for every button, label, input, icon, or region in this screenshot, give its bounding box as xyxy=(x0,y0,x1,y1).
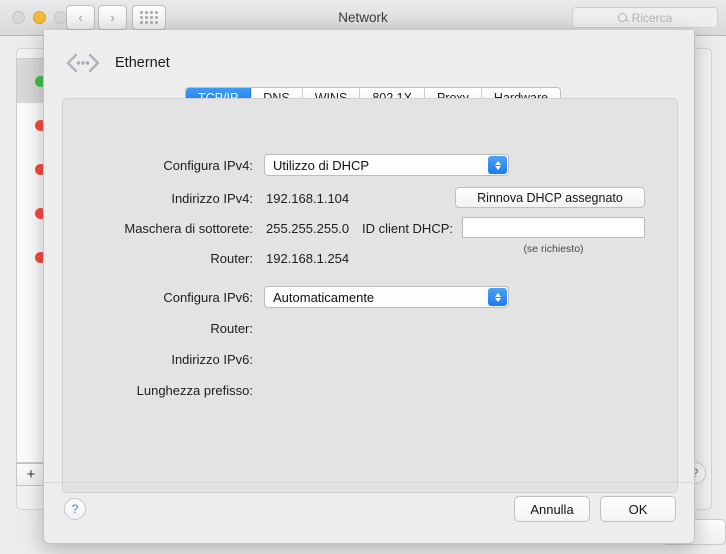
sheet-header: Ethernet xyxy=(64,52,170,74)
renew-dhcp-lease-button[interactable]: Rinnova DHCP assegnato xyxy=(455,187,645,208)
ipv4-router-label-wrap: Router: xyxy=(63,251,253,266)
ethernet-settings-sheet: Ethernet TCP/IP DNS WINS 802.1X Proxy Ha… xyxy=(43,30,696,544)
configure-ipv4-select[interactable]: Utilizzo di DHCP xyxy=(264,154,509,176)
search-placeholder: Ricerca xyxy=(631,10,673,25)
ipv6-router-label: Router: xyxy=(210,321,253,336)
dhcp-client-id-label-wrap: ID client DHCP: xyxy=(343,221,453,236)
ipv6-address-label: Indirizzo IPv6: xyxy=(171,352,253,367)
ipv4-address-label: Indirizzo IPv4: xyxy=(171,191,253,206)
configure-ipv6-label: Configura IPv6: xyxy=(163,290,253,305)
subnet-mask-value: 255.255.255.0 xyxy=(266,221,350,236)
dhcp-client-id-hint: (se richiesto) xyxy=(523,243,584,255)
screen: + ? ‹ › Network Ricerca Ethernet Configu… xyxy=(0,0,726,554)
ipv4-address-value-wrap: 192.168.1.104 xyxy=(266,191,349,206)
ipv4-address-value: 192.168.1.104 xyxy=(266,191,350,206)
search-icon xyxy=(617,13,627,22)
chevron-updown-icon[interactable] xyxy=(488,288,507,306)
sheet-action-buttons: Annulla OK xyxy=(514,496,676,522)
sheet-title: Ethernet xyxy=(115,55,170,71)
sheet-separator xyxy=(44,482,696,483)
ipv4-router-value: 192.168.1.254 xyxy=(266,251,350,266)
ipv6-router-label-wrap: Router: xyxy=(63,321,253,336)
ipv6-address-label-wrap: Indirizzo IPv6: xyxy=(63,352,253,367)
dhcp-client-id-hint-wrap: (se richiesto) xyxy=(462,243,645,255)
ethernet-icon xyxy=(64,52,102,74)
configure-ipv4-label: Configura IPv4: xyxy=(163,158,253,173)
search-field[interactable]: Ricerca xyxy=(572,7,718,28)
cancel-button[interactable]: Annulla xyxy=(514,496,590,522)
add-service-button[interactable]: + xyxy=(16,463,46,486)
subnet-mask-value-wrap: 255.255.255.0 xyxy=(266,221,349,236)
configure-ipv4-label-wrap: Configura IPv4: xyxy=(63,158,253,173)
sheet-help-button[interactable]: ? xyxy=(64,498,86,520)
tcpip-panel: Configura IPv4: Utilizzo di DHCP Indiriz… xyxy=(62,98,678,493)
ipv4-address-label-wrap: Indirizzo IPv4: xyxy=(63,191,253,206)
ok-button[interactable]: OK xyxy=(600,496,676,522)
dhcp-client-id-label: ID client DHCP: xyxy=(361,221,453,236)
ipv4-router-label: Router: xyxy=(210,251,253,266)
subnet-mask-label: Maschera di sottorete: xyxy=(124,221,253,236)
prefix-length-label: Lunghezza prefisso: xyxy=(136,383,253,398)
dhcp-client-id-input[interactable] xyxy=(462,217,645,238)
configure-ipv6-select[interactable]: Automaticamente xyxy=(264,286,509,308)
chevron-updown-icon[interactable] xyxy=(488,156,507,174)
configure-ipv4-value: Utilizzo di DHCP xyxy=(273,157,370,173)
configure-ipv6-value: Automaticamente xyxy=(273,289,375,305)
ipv4-router-value-wrap: 192.168.1.254 xyxy=(266,251,349,266)
subnet-mask-label-wrap: Maschera di sottorete: xyxy=(63,221,253,236)
configure-ipv6-label-wrap: Configura IPv6: xyxy=(63,290,253,305)
prefix-length-label-wrap: Lunghezza prefisso: xyxy=(63,383,253,398)
